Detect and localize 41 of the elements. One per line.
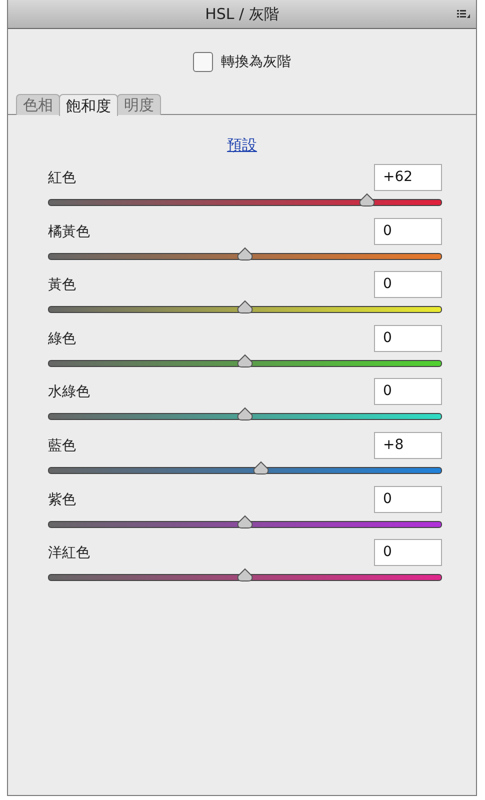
value-field[interactable]: +8: [374, 432, 442, 459]
value-field[interactable]: 0: [374, 378, 442, 406]
channel-label: 綠色: [48, 330, 76, 348]
slider-thumb[interactable]: [236, 246, 254, 261]
channel-label: 紅色: [48, 169, 76, 187]
tab[interactable]: 明度: [117, 94, 161, 115]
slider[interactable]: [48, 192, 442, 208]
slider-thumb[interactable]: [236, 354, 254, 368]
slider[interactable]: [48, 246, 442, 262]
channel-label: 橘黃色: [48, 222, 90, 241]
slider[interactable]: [48, 299, 442, 316]
value-field[interactable]: 0: [374, 271, 442, 298]
channel-label: 黃色: [48, 276, 76, 294]
slider-thumb[interactable]: [252, 460, 270, 475]
default-link[interactable]: 預設: [227, 136, 257, 155]
panel-title: HSL / 灰階: [205, 4, 279, 24]
value-field[interactable]: +62: [374, 164, 442, 191]
channel-label: 紫色: [48, 490, 76, 509]
checkbox[interactable]: [193, 52, 213, 72]
value-field[interactable]: 0: [374, 324, 442, 352]
slider[interactable]: [48, 352, 442, 369]
slider[interactable]: [48, 514, 442, 530]
slider[interactable]: [48, 460, 442, 476]
tab[interactable]: 色相: [16, 94, 60, 115]
channel-label: 洋紅色: [48, 544, 90, 562]
checkbox-label: 轉換為灰階: [221, 53, 291, 71]
tab[interactable]: 飽和度: [59, 94, 118, 116]
slider-thumb[interactable]: [236, 407, 254, 422]
value-field[interactable]: 0: [374, 486, 442, 513]
channel-label: 水綠色: [48, 383, 90, 402]
slider[interactable]: [48, 567, 442, 584]
value-field[interactable]: 0: [374, 218, 442, 245]
channel-label: 藍色: [48, 436, 76, 455]
slider-thumb[interactable]: [236, 300, 254, 314]
slider[interactable]: [48, 406, 442, 422]
slider-thumb[interactable]: [236, 568, 254, 582]
slider-thumb[interactable]: [358, 193, 376, 207]
menu-icon[interactable]: [457, 10, 470, 18]
grayscale-checkbox[interactable]: 轉換為灰階: [193, 49, 291, 75]
value-field[interactable]: 0: [374, 539, 442, 566]
slider-thumb[interactable]: [236, 514, 254, 529]
